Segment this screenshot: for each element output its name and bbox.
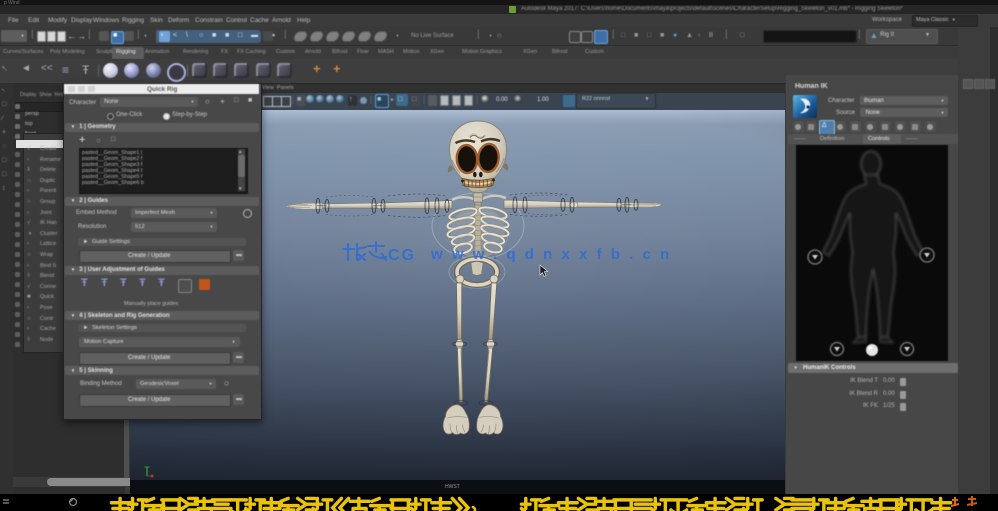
svg-text:www.qdnxxfb.cn: www.qdnxxfb.cn: [430, 246, 678, 263]
svg-text:CG: CG: [388, 247, 416, 264]
